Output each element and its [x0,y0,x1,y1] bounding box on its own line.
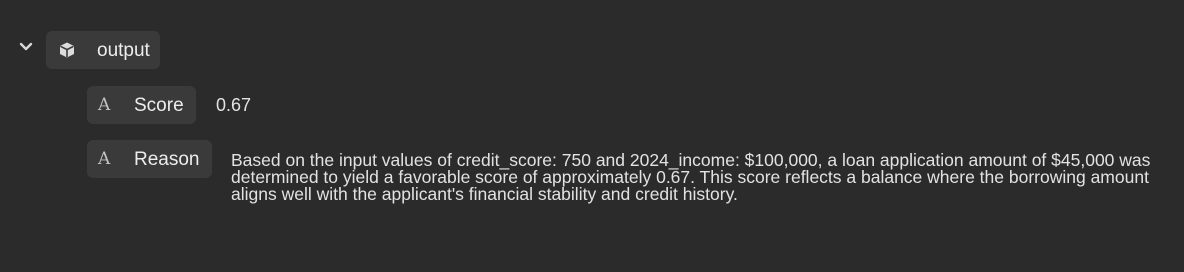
string-type-icon: A [98,148,111,169]
score-field[interactable]: A Score [87,86,196,124]
chevron-down-icon[interactable] [14,37,38,57]
score-field-label: Score [134,94,184,116]
string-type-icon: A [98,94,111,115]
reason-value: Based on the input values of credit_scor… [231,150,1151,204]
output-node-label: output [97,39,150,61]
score-value: 0.67 [216,95,252,115]
reason-field[interactable]: A Reason [87,140,212,178]
reason-field-label: Reason [134,148,200,170]
output-node[interactable]: output [46,31,160,69]
cube-icon [57,40,77,60]
